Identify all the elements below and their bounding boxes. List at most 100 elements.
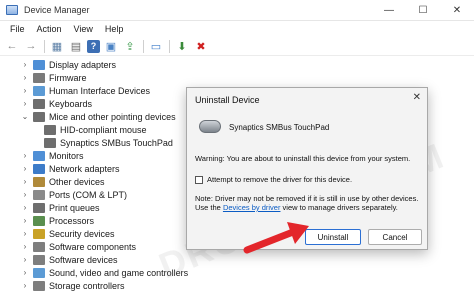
remove-driver-label[interactable]: Attempt to remove the driver for this de…	[207, 175, 352, 184]
close-button[interactable]: ✕	[440, 0, 474, 21]
tree-category[interactable]: › Processors	[20, 214, 94, 227]
chevron-right-icon[interactable]: ›	[20, 281, 30, 290]
monitor-icon[interactable]: ▭	[148, 38, 164, 54]
dialog-device-name: Synaptics SMBus TouchPad	[229, 123, 330, 132]
menu-bar: File Action View Help	[0, 21, 474, 37]
tree-category[interactable]: › Keyboards	[20, 97, 92, 110]
tree-category[interactable]: › Security devices	[20, 227, 115, 240]
device-category-icon	[33, 215, 45, 226]
toolbar-separator	[44, 39, 45, 53]
chevron-right-icon[interactable]: ›	[20, 60, 30, 69]
device-category-icon	[44, 137, 56, 148]
tree-item-label: HID-compliant mouse	[60, 124, 147, 135]
window-title: Device Manager	[24, 5, 90, 15]
tree-category[interactable]: › Network adapters	[20, 162, 120, 175]
chevron-right-icon[interactable]: ›	[20, 151, 30, 160]
tree-category[interactable]: › Monitors	[20, 149, 84, 162]
tree-category[interactable]: ⌄ Mice and other pointing devices	[20, 110, 176, 123]
remove-driver-checkbox[interactable]	[195, 175, 203, 184]
device-category-icon	[33, 202, 45, 213]
tree-category[interactable]: › Sound, video and game controllers	[20, 266, 188, 279]
tree-item-label: Ports (COM & LPT)	[49, 189, 128, 200]
device-category-icon	[44, 124, 56, 135]
chevron-right-icon[interactable]: ›	[20, 177, 30, 186]
menu-view[interactable]: View	[68, 24, 99, 34]
remove-driver-option[interactable]: Attempt to remove the driver for this de…	[195, 175, 352, 184]
maximize-button[interactable]: ☐	[406, 0, 440, 21]
tree-item-label: Monitors	[49, 150, 84, 161]
tree-item-label: Mice and other pointing devices	[49, 111, 176, 122]
dialog-warning-text: Warning: You are about to uninstall this…	[195, 154, 411, 163]
tree-view-icon[interactable]: ▤	[68, 38, 84, 54]
minimize-button[interactable]: —	[372, 0, 406, 21]
tree-category[interactable]: › Ports (COM & LPT)	[20, 188, 127, 201]
tree-item-label: Firmware	[49, 72, 87, 83]
menu-help[interactable]: Help	[99, 24, 130, 34]
chevron-right-icon[interactable]: ›	[20, 203, 30, 212]
device-category-icon	[33, 163, 45, 174]
tree-item-label: Human Interface Devices	[49, 85, 151, 96]
enable-device-icon[interactable]: ⬇	[174, 38, 190, 54]
dialog-close-icon[interactable]: ✕	[413, 92, 421, 103]
tree-device[interactable]: HID-compliant mouse	[44, 123, 147, 136]
tree-category[interactable]: › Other devices	[20, 175, 105, 188]
device-category-icon	[33, 59, 45, 70]
tree-item-label: Display adapters	[49, 59, 117, 70]
device-category-icon	[33, 254, 45, 265]
chevron-right-icon[interactable]: ›	[20, 216, 30, 225]
tree-category[interactable]: › Display adapters	[20, 58, 116, 71]
device-category-icon	[33, 98, 45, 109]
help-icon[interactable]: ?	[87, 39, 100, 53]
cancel-button[interactable]: Cancel	[368, 229, 422, 245]
tree-item-label: Synaptics SMBus TouchPad	[60, 137, 173, 148]
device-category-icon	[33, 111, 45, 122]
title-bar: Device Manager — ☐ ✕	[0, 0, 474, 21]
device-category-icon	[33, 228, 45, 239]
arrow-shaft	[243, 228, 297, 254]
tree-category[interactable]: › Human Interface Devices	[20, 84, 150, 97]
chevron-right-icon[interactable]: ›	[20, 242, 30, 251]
device-category-icon	[33, 72, 45, 83]
update-driver-icon[interactable]: ⇪	[122, 38, 138, 54]
tree-item-label: Network adapters	[49, 163, 120, 174]
touchpad-icon	[199, 120, 221, 133]
tree-item-label: Sound, video and game controllers	[49, 267, 189, 278]
menu-file[interactable]: File	[4, 24, 31, 34]
chevron-right-icon[interactable]: ›	[20, 73, 30, 82]
tree-device[interactable]: Synaptics SMBus TouchPad	[44, 136, 173, 149]
chevron-right-icon[interactable]: ›	[20, 255, 30, 264]
note-text-after: view to manage drivers separately.	[280, 203, 398, 212]
chevron-right-icon[interactable]: ›	[20, 86, 30, 95]
device-category-icon	[33, 150, 45, 161]
tree-item-label: Print queues	[49, 202, 100, 213]
tree-category[interactable]: › Storage controllers	[20, 279, 125, 292]
scan-hardware-icon[interactable]: ▣	[103, 38, 119, 54]
device-category-icon	[33, 267, 45, 278]
tree-category[interactable]: › Software devices	[20, 253, 118, 266]
chevron-down-icon[interactable]: ⌄	[20, 112, 30, 121]
forward-arrow-icon[interactable]: →	[23, 38, 39, 54]
uninstall-button[interactable]: Uninstall	[305, 229, 361, 245]
tree-category[interactable]: › Print queues	[20, 201, 100, 214]
uninstall-device-icon[interactable]: ✖	[193, 38, 209, 54]
tree-category[interactable]: › Firmware	[20, 71, 87, 84]
device-category-icon	[33, 280, 45, 291]
device-manager-app-icon	[6, 5, 18, 15]
toolbar-separator	[143, 39, 144, 53]
chevron-right-icon[interactable]: ›	[20, 99, 30, 108]
back-arrow-icon[interactable]: ←	[4, 38, 20, 54]
devices-by-driver-link[interactable]: Devices by driver	[223, 203, 281, 212]
tree-category[interactable]: › Software components	[20, 240, 136, 253]
menu-action[interactable]: Action	[31, 24, 68, 34]
chevron-right-icon[interactable]: ›	[20, 268, 30, 277]
chevron-right-icon[interactable]: ›	[20, 190, 30, 199]
window-controls: — ☐ ✕	[372, 0, 474, 21]
chevron-right-icon[interactable]: ›	[20, 229, 30, 238]
tree-item-label: Other devices	[49, 176, 105, 187]
toolbar-separator	[169, 39, 170, 53]
tree-item-label: Security devices	[49, 228, 115, 239]
properties-icon[interactable]: ▦	[49, 38, 65, 54]
device-category-icon	[33, 176, 45, 187]
tree-item-label: Software components	[49, 241, 137, 252]
chevron-right-icon[interactable]: ›	[20, 164, 30, 173]
